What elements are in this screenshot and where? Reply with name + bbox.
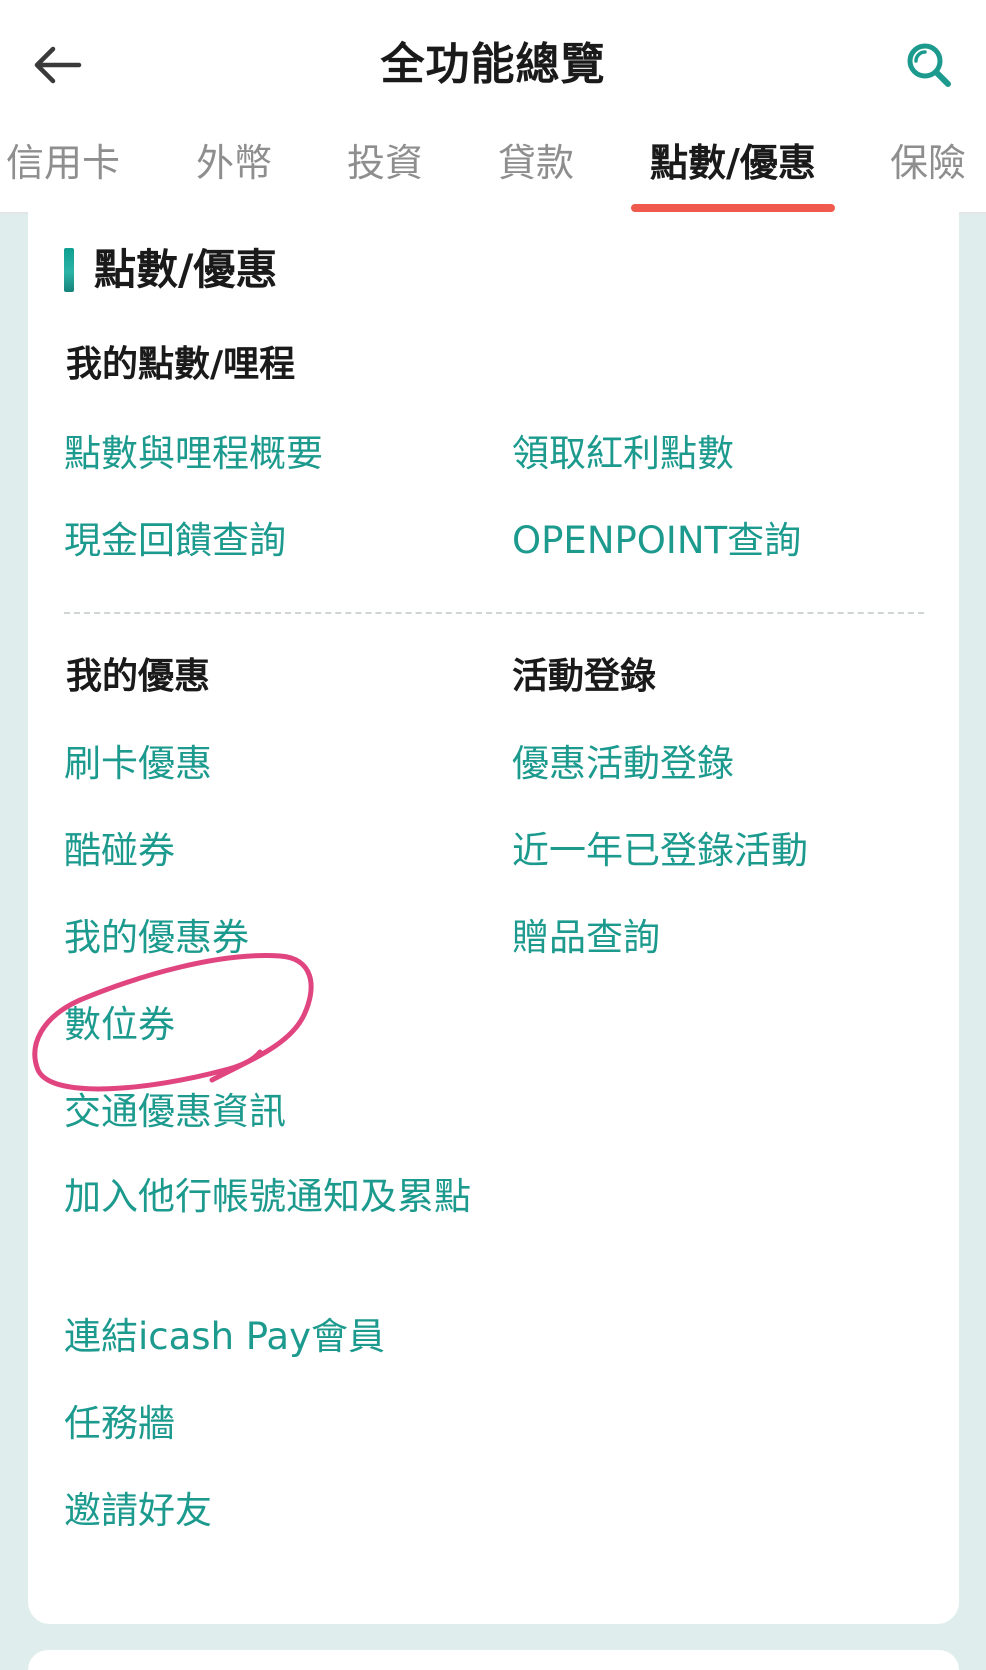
claim-bonus-points-link[interactable]: 領取紅利點數 xyxy=(512,427,734,481)
offer-event-registration-link[interactable]: 優惠活動登錄 xyxy=(512,737,734,791)
tab-credit-card[interactable]: 信用卡 xyxy=(6,130,120,196)
next-card-edge xyxy=(28,1650,959,1670)
invite-friends-link[interactable]: 邀請好友 xyxy=(64,1484,212,1538)
coupon-link[interactable]: 酷碰券 xyxy=(64,824,175,878)
points-offers-card: 點數/優惠 我的點數/哩程 點數與哩程概要 領取紅利點數 現金回饋查詢 OPEN… xyxy=(28,212,959,1624)
cashback-query-link[interactable]: 現金回饋查詢 xyxy=(64,514,286,568)
transport-offers-link[interactable]: 交通優惠資訊 xyxy=(64,1085,286,1139)
card-offers-link[interactable]: 刷卡優惠 xyxy=(64,737,212,791)
icash-pay-link[interactable]: 連結icash Pay會員 xyxy=(64,1310,385,1364)
registered-events-year-link[interactable]: 近一年已登錄活動 xyxy=(512,824,808,878)
gift-query-link[interactable]: 贈品查詢 xyxy=(512,911,660,965)
search-button[interactable] xyxy=(894,30,964,100)
event-registration-heading: 活動登錄 xyxy=(512,656,657,697)
my-offers-heading: 我的優惠 xyxy=(66,656,211,697)
section-title-accent xyxy=(64,248,74,292)
my-coupons-link[interactable]: 我的優惠券 xyxy=(64,911,249,965)
digital-voucher-link[interactable]: 數位券 xyxy=(64,998,175,1052)
other-bank-account-link[interactable]: 加入他行帳號通知及累點 xyxy=(64,1170,484,1224)
tab-loan[interactable]: 貸款 xyxy=(498,130,574,196)
section-title: 點數/優惠 xyxy=(94,245,278,294)
page-title: 全功能總覽 xyxy=(380,39,606,90)
active-tab-indicator xyxy=(631,204,835,212)
mission-wall-link[interactable]: 任務牆 xyxy=(64,1397,175,1451)
search-icon xyxy=(907,43,951,87)
tab-investment[interactable]: 投資 xyxy=(347,130,423,196)
tab-foreign-currency[interactable]: 外幣 xyxy=(196,130,272,196)
tab-insurance[interactable]: 保險 xyxy=(890,130,966,196)
points-miles-overview-link[interactable]: 點數與哩程概要 xyxy=(64,427,323,481)
top-bar: 全功能總覽 信用卡 外幣 投資 貸款 點數/優惠 保險 xyxy=(0,0,986,214)
my-points-heading: 我的點數/哩程 xyxy=(66,344,296,385)
openpoint-query-link[interactable]: OPENPOINT查詢 xyxy=(512,514,801,568)
section-divider xyxy=(64,612,924,614)
tab-points-offers[interactable]: 點數/優惠 xyxy=(650,130,816,196)
